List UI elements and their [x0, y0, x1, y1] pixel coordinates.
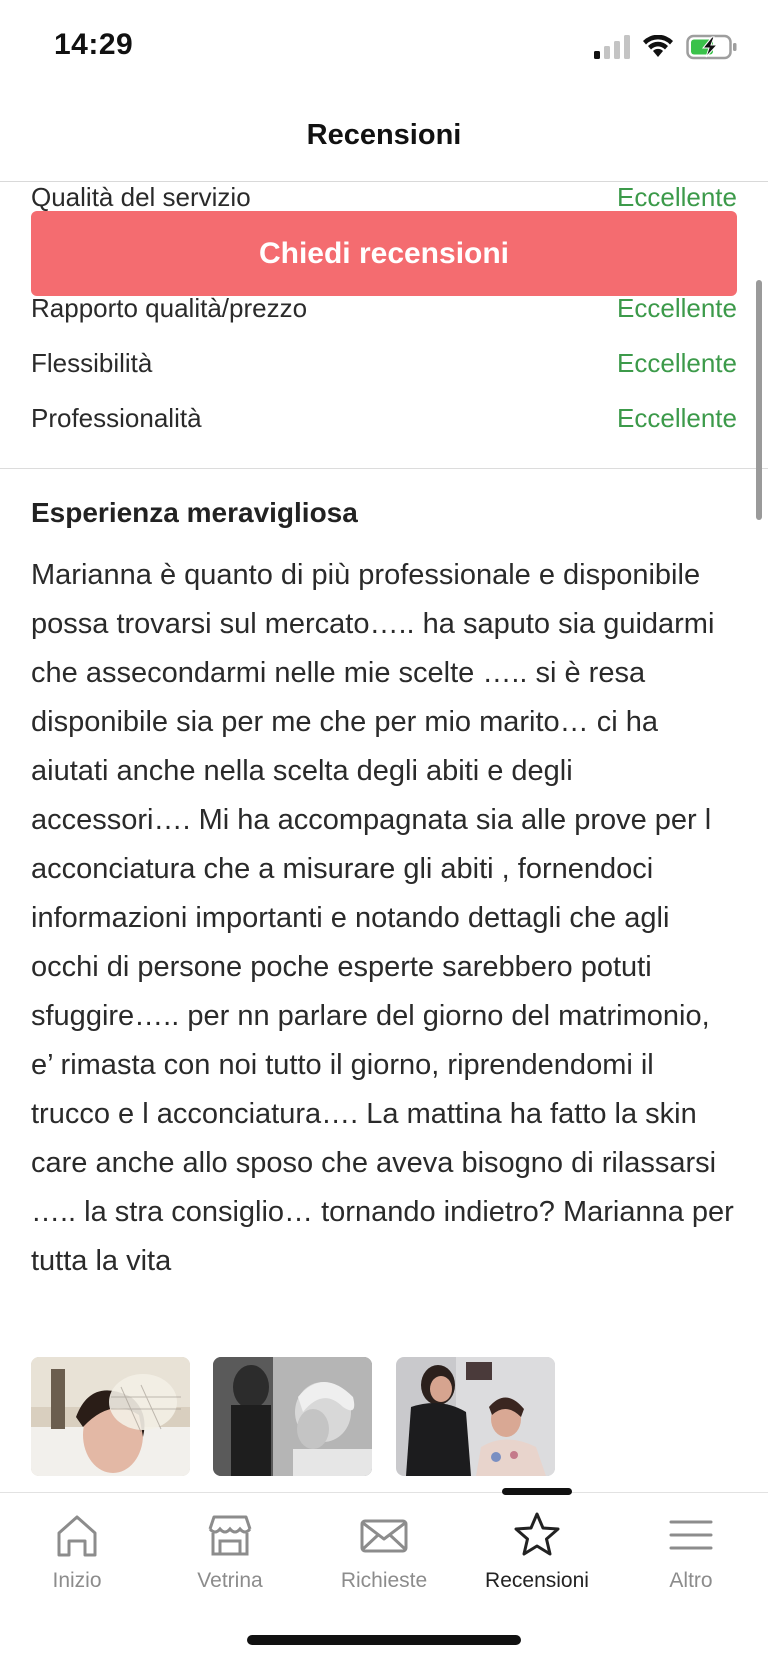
rating-value: Eccellente	[617, 402, 737, 433]
home-icon	[57, 1515, 97, 1557]
photo-thumbnail	[31, 1357, 190, 1476]
tab-richieste[interactable]: Richieste	[307, 1507, 461, 1593]
review-photo-2[interactable]	[213, 1357, 372, 1476]
rating-row-value-for-money: Rapporto qualità/prezzo Eccellente	[31, 288, 737, 328]
active-tab-indicator	[502, 1488, 572, 1495]
section-divider	[0, 468, 768, 469]
signal-icon	[594, 35, 630, 59]
tab-recensioni[interactable]: Recensioni	[460, 1507, 614, 1593]
tab-altro[interactable]: Altro	[614, 1507, 768, 1593]
rating-value: Eccellente	[617, 181, 737, 212]
review-photo-3[interactable]	[396, 1357, 555, 1476]
storefront-icon	[208, 1515, 252, 1556]
page-title: Recensioni	[306, 119, 462, 151]
tab-inizio[interactable]: Inizio	[0, 1507, 154, 1593]
tab-label: Recensioni	[485, 1569, 589, 1592]
review-title: Esperienza meravigliosa	[31, 497, 358, 528]
rating-row-professionalism: Professionalità Eccellente	[31, 398, 737, 438]
star-icon	[514, 1512, 560, 1556]
status-bar: 14:29	[0, 0, 768, 95]
battery-charging-icon	[686, 34, 737, 60]
status-time: 14:29	[54, 28, 134, 61]
review-photo-1[interactable]	[31, 1357, 190, 1476]
status-icons	[594, 32, 738, 62]
ask-reviews-button[interactable]: Chiedi recensioni	[31, 211, 737, 296]
rating-label: Professionalità	[31, 402, 202, 433]
rating-label: Qualità del servizio	[31, 181, 251, 212]
tab-label: Richieste	[340, 1569, 428, 1592]
photo-thumbnail	[396, 1357, 555, 1476]
tab-label: Vetrina	[197, 1569, 263, 1592]
menu-icon	[669, 1520, 713, 1550]
rating-label: Flessibilità	[31, 347, 153, 378]
rating-row-flexibility: Flessibilità Eccellente	[31, 343, 737, 383]
home-indicator[interactable]	[247, 1635, 521, 1645]
scrollbar[interactable]	[756, 280, 762, 520]
review-text: Marianna è quanto di più professionale e…	[31, 559, 734, 1277]
rating-value: Eccellente	[617, 292, 737, 323]
nav-header: Recensioni	[0, 95, 768, 182]
rating-label: Rapporto qualità/prezzo	[31, 292, 308, 323]
tab-vetrina[interactable]: Vetrina	[153, 1507, 307, 1593]
rating-value: Eccellente	[617, 347, 737, 378]
tab-label: Inizio	[52, 1569, 102, 1592]
tab-label: Altro	[669, 1569, 713, 1592]
envelope-icon	[360, 1519, 408, 1553]
photo-thumbnail	[213, 1357, 372, 1476]
wifi-icon	[643, 35, 673, 57]
